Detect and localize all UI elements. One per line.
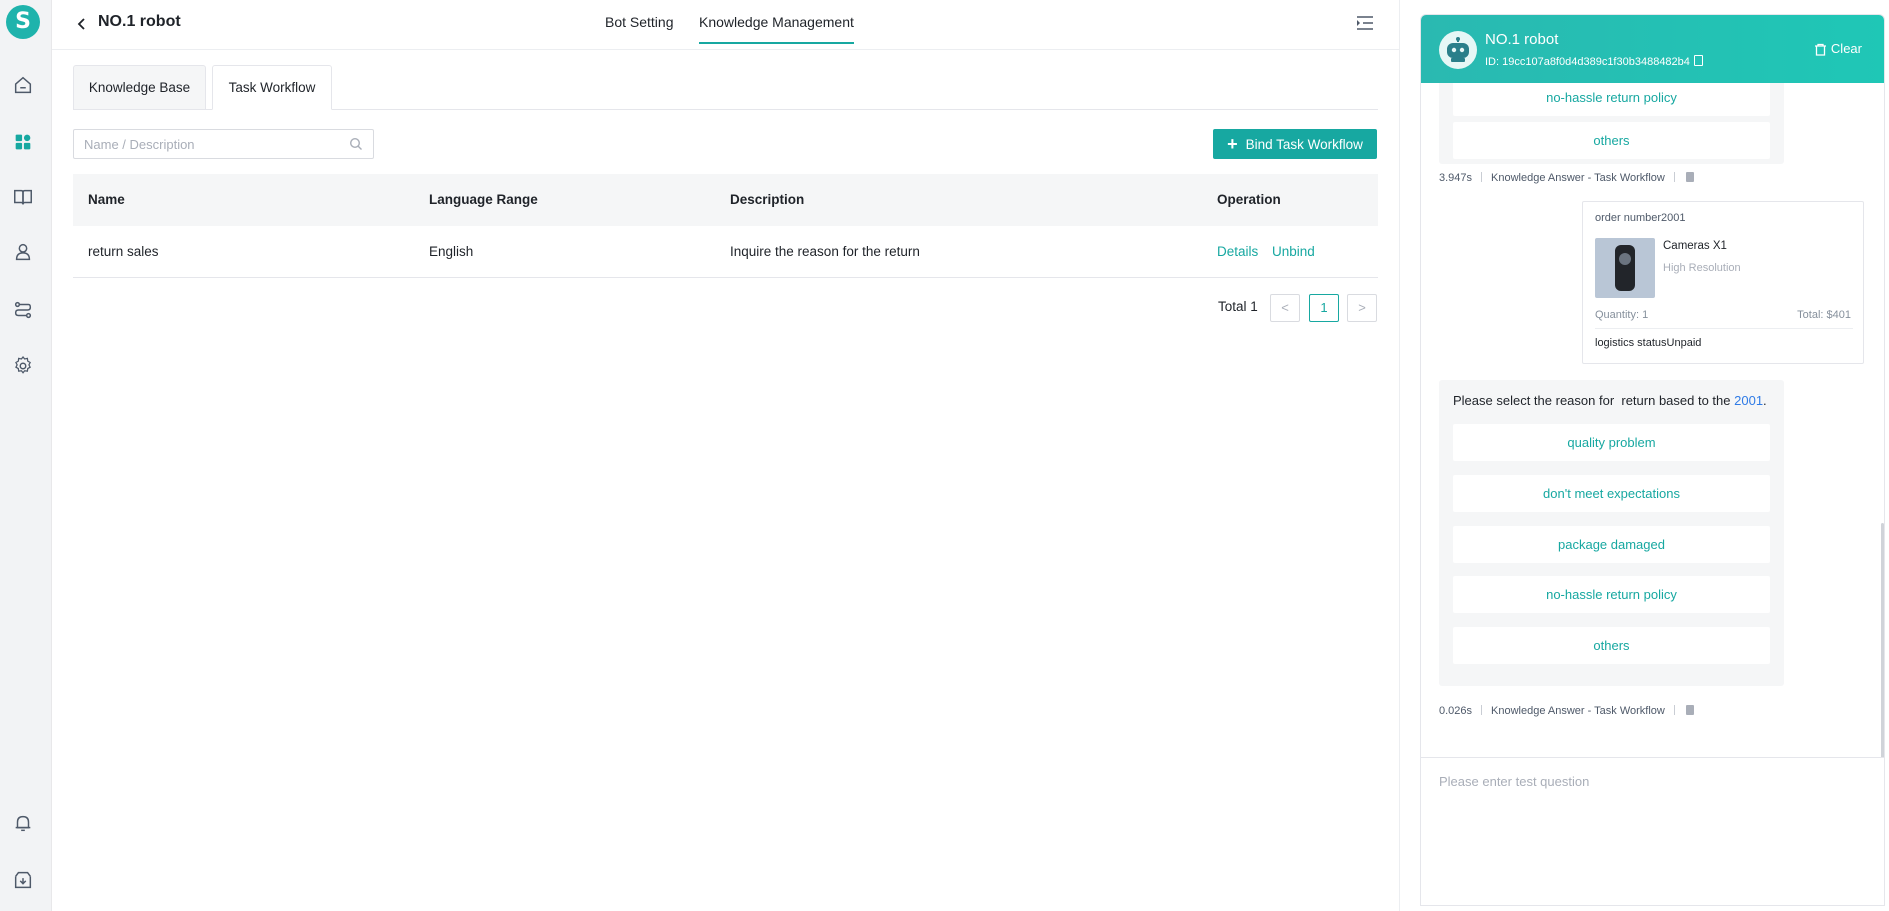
column-header-name: Name xyxy=(88,192,125,207)
option-others[interactable]: others xyxy=(1453,627,1770,664)
prompt-text: Please select the reason for return base… xyxy=(1453,393,1735,408)
camera-icon xyxy=(1615,245,1635,291)
table-header: Name Language Range Description Operatio… xyxy=(73,174,1378,226)
back-arrow-icon[interactable] xyxy=(70,12,94,36)
product-subtitle: High Resolution xyxy=(1663,262,1741,274)
tab-knowledge-base[interactable]: Knowledge Base xyxy=(73,65,206,110)
message-meta: 3.947s Knowledge Answer - Task Workflow xyxy=(1439,171,1694,185)
prompt-suffix: . xyxy=(1763,393,1767,408)
quantity: Quantity: 1 xyxy=(1595,309,1649,321)
details-link[interactable]: Details xyxy=(1217,226,1258,278)
prev-page-button[interactable]: < xyxy=(1270,294,1300,322)
bind-button-label: Bind Task Workflow xyxy=(1245,136,1363,152)
next-page-button[interactable]: > xyxy=(1347,294,1377,322)
plus-icon: + xyxy=(1227,134,1238,154)
dashboard-icon[interactable] xyxy=(11,130,35,154)
chat-messages: no-hassle return policy others 3.947s Kno… xyxy=(1421,83,1884,757)
logistics-status: logistics statusUnpaid xyxy=(1595,337,1702,349)
product-name: Cameras X1 xyxy=(1663,240,1727,252)
option-no-hassle-return-policy[interactable]: no-hassle return policy xyxy=(1453,83,1770,116)
answer-source: Knowledge Answer - Task Workflow xyxy=(1491,172,1665,184)
unbind-link[interactable]: Unbind xyxy=(1272,226,1315,278)
bot-id-row: ID: 19cc107a8f0d4d389c1f30b3488482b4 xyxy=(1485,55,1703,69)
bell-icon[interactable] xyxy=(11,811,35,835)
download-icon[interactable] xyxy=(11,868,35,892)
order-number: order number2001 xyxy=(1595,212,1686,224)
search-icon[interactable] xyxy=(349,137,363,151)
robot-icon xyxy=(1447,37,1469,62)
bot-message-options: no-hassle return policy others xyxy=(1439,83,1784,164)
page-title: NO.1 robot xyxy=(98,13,181,30)
order-card[interactable]: order number2001 Cameras X1 High Resolut… xyxy=(1582,201,1864,364)
answer-source: Knowledge Answer - Task Workflow xyxy=(1491,705,1665,717)
chat-scrollbar[interactable] xyxy=(1881,523,1884,757)
response-time: 0.026s xyxy=(1439,705,1473,717)
test-chat-panel: NO.1 robot ID: 19cc107a8f0d4d389c1f30b34… xyxy=(1420,14,1885,906)
clear-button[interactable]: Clear xyxy=(1814,41,1862,57)
search-box xyxy=(73,129,374,159)
option-no-hassle-return-policy[interactable]: no-hassle return policy xyxy=(1453,576,1770,613)
order-total: Total: $401 xyxy=(1797,309,1851,321)
card-divider xyxy=(1595,328,1853,329)
bot-id: ID: 19cc107a8f0d4d389c1f30b3488482b4 xyxy=(1485,56,1690,68)
collapse-panel-icon[interactable] xyxy=(1354,12,1376,34)
reason-prompt: Please select the reason for return base… xyxy=(1453,392,1767,410)
gear-icon[interactable] xyxy=(11,354,35,378)
document-icon[interactable] xyxy=(1685,705,1694,715)
trash-icon xyxy=(1814,43,1826,56)
chat-header: NO.1 robot ID: 19cc107a8f0d4d389c1f30b34… xyxy=(1421,15,1884,83)
test-question-input[interactable] xyxy=(1439,774,1879,884)
main-area: NO.1 robot Bot Setting Knowledge Managem… xyxy=(52,0,1399,911)
bot-message-reason-select: Please select the reason for return base… xyxy=(1439,380,1784,686)
bot-name: NO.1 robot xyxy=(1485,31,1559,48)
response-time: 3.947s xyxy=(1439,172,1473,184)
option-others[interactable]: others xyxy=(1453,122,1770,159)
app-logo[interactable]: S xyxy=(6,5,40,39)
left-nav-rail: S xyxy=(0,0,52,911)
document-icon[interactable] xyxy=(1685,172,1694,182)
cell-description: Inquire the reason for the return xyxy=(730,244,920,259)
message-meta: 0.026s Knowledge Answer - Task Workflow xyxy=(1439,704,1694,718)
cell-name: return sales xyxy=(88,244,159,259)
chat-input-area xyxy=(1421,757,1884,905)
pagination-total: Total 1 xyxy=(1218,299,1258,314)
meta-separator xyxy=(1673,705,1675,715)
clear-label: Clear xyxy=(1830,41,1862,56)
meta-separator xyxy=(1673,172,1675,182)
meta-separator xyxy=(1481,172,1483,182)
option-quality-problem[interactable]: quality problem xyxy=(1453,424,1770,461)
bot-avatar xyxy=(1439,31,1477,69)
home-icon[interactable] xyxy=(11,73,35,97)
tab-task-workflow[interactable]: Task Workflow xyxy=(212,65,332,110)
top-bar: NO.1 robot Bot Setting Knowledge Managem… xyxy=(52,0,1399,50)
product-image xyxy=(1595,238,1655,298)
option-dont-meet-expectations[interactable]: don't meet expectations xyxy=(1453,475,1770,512)
column-header-language: Language Range xyxy=(429,192,538,207)
workflow-icon[interactable] xyxy=(11,298,35,322)
tab-knowledge-management[interactable]: Knowledge Management xyxy=(699,13,854,44)
panel-divider xyxy=(1399,0,1400,911)
copy-icon[interactable] xyxy=(1693,55,1703,66)
tab-bot-setting[interactable]: Bot Setting xyxy=(605,13,674,43)
book-icon[interactable] xyxy=(11,185,35,209)
cell-language: English xyxy=(429,244,474,259)
bind-task-workflow-button[interactable]: + Bind Task Workflow xyxy=(1213,129,1377,159)
search-input[interactable] xyxy=(74,130,334,158)
column-header-operation: Operation xyxy=(1217,192,1281,207)
page-1-button[interactable]: 1 xyxy=(1309,294,1339,322)
meta-separator xyxy=(1481,705,1483,715)
sub-tab-bar: Knowledge Base Task Workflow xyxy=(73,65,1378,110)
table-row: return sales English Inquire the reason … xyxy=(73,226,1378,278)
option-package-damaged[interactable]: package damaged xyxy=(1453,526,1770,563)
column-header-description: Description xyxy=(730,192,805,207)
workflow-table: Name Language Range Description Operatio… xyxy=(73,174,1378,278)
order-reference-link[interactable]: 2001 xyxy=(1734,393,1763,408)
bot-icon[interactable] xyxy=(11,240,35,264)
